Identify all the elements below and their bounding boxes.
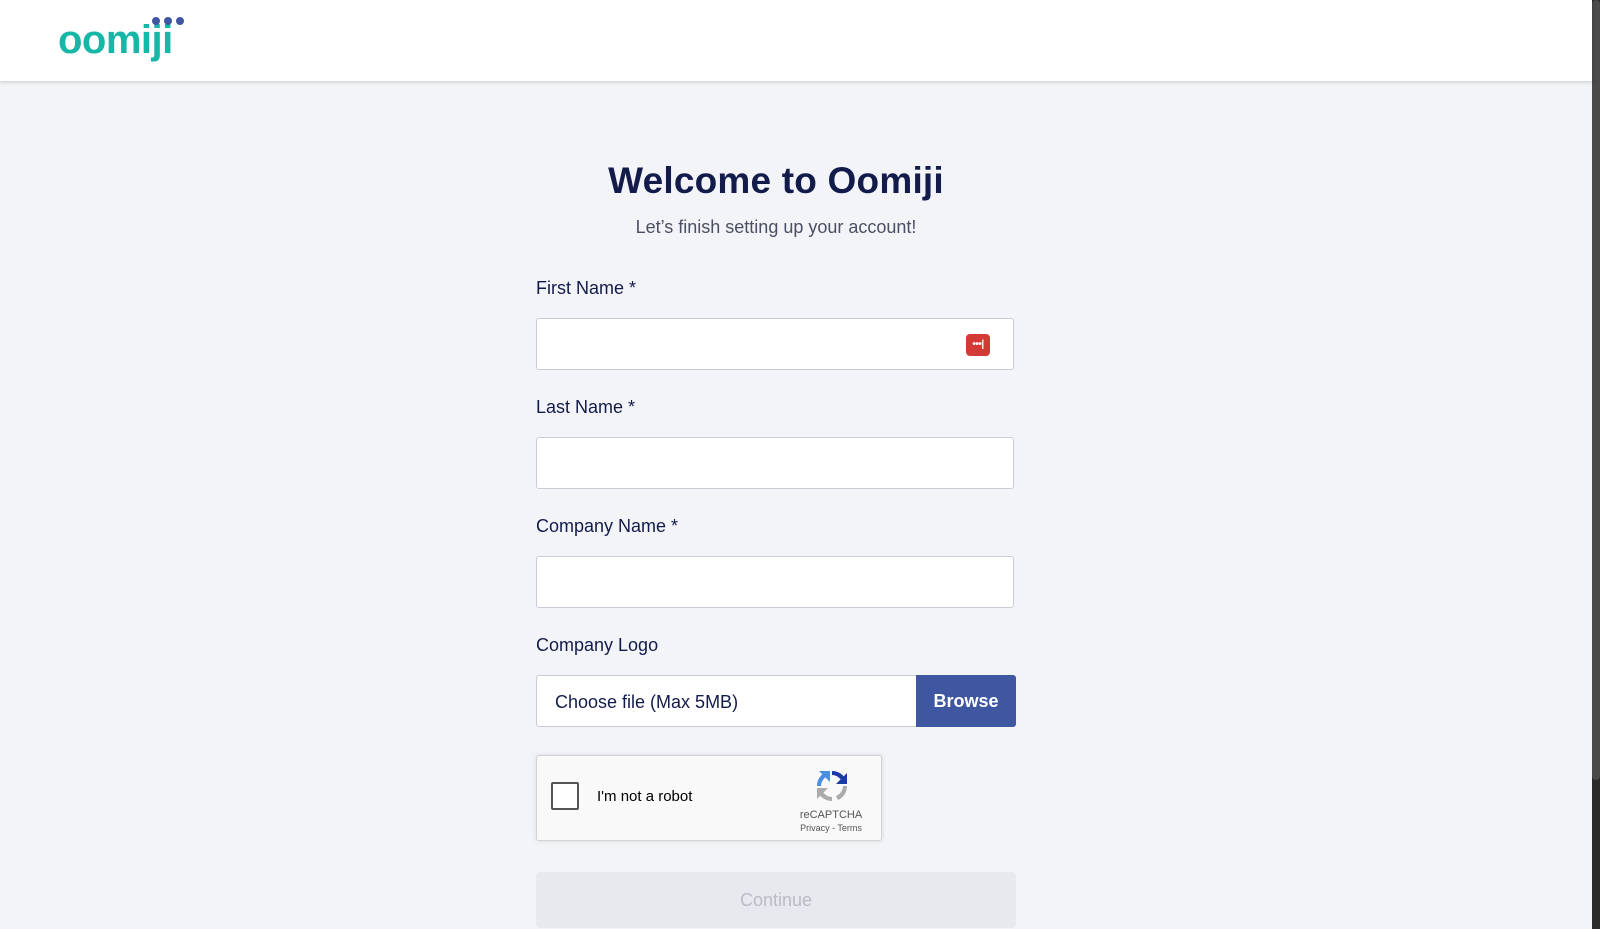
- first-name-field[interactable]: •••|: [536, 318, 1014, 370]
- recaptcha-widget: I'm not a robot reCAPTCHA Privacy - Term…: [536, 755, 882, 841]
- top-header: oomiji: [0, 0, 1592, 81]
- company-logo-file-input: Choose file (Max 5MB) Browse: [536, 675, 1016, 727]
- page: oomiji Welcome to Oomiji Let’s finish se…: [0, 0, 1600, 929]
- recaptcha-brand: reCAPTCHA: [799, 809, 863, 821]
- recaptcha-terms-link[interactable]: Privacy - Terms: [781, 823, 881, 833]
- recaptcha-label: I'm not a robot: [597, 788, 693, 805]
- company-logo-label: Company Logo: [536, 635, 659, 655]
- scrollbar-thumb[interactable]: [1592, 0, 1600, 780]
- first-name-label: First Name *: [536, 278, 637, 298]
- company-name-field[interactable]: [536, 556, 1014, 608]
- company-name-label: Company Name *: [536, 516, 679, 536]
- password-manager-icon[interactable]: •••|: [966, 334, 990, 356]
- continue-button[interactable]: Continue: [536, 872, 1016, 928]
- last-name-field[interactable]: [536, 437, 1014, 489]
- page-subtitle: Let’s finish setting up your account!: [635, 217, 917, 237]
- recaptcha-icon: [816, 770, 848, 802]
- recaptcha-checkbox[interactable]: [551, 782, 579, 810]
- file-name-display[interactable]: Choose file (Max 5MB): [536, 675, 916, 727]
- page-title: Welcome to Oomiji: [608, 160, 944, 201]
- browse-button[interactable]: Browse: [916, 675, 1016, 727]
- oomiji-logo[interactable]: oomiji: [58, 14, 190, 66]
- last-name-label: Last Name *: [536, 397, 636, 417]
- scrollbar[interactable]: [1592, 0, 1600, 929]
